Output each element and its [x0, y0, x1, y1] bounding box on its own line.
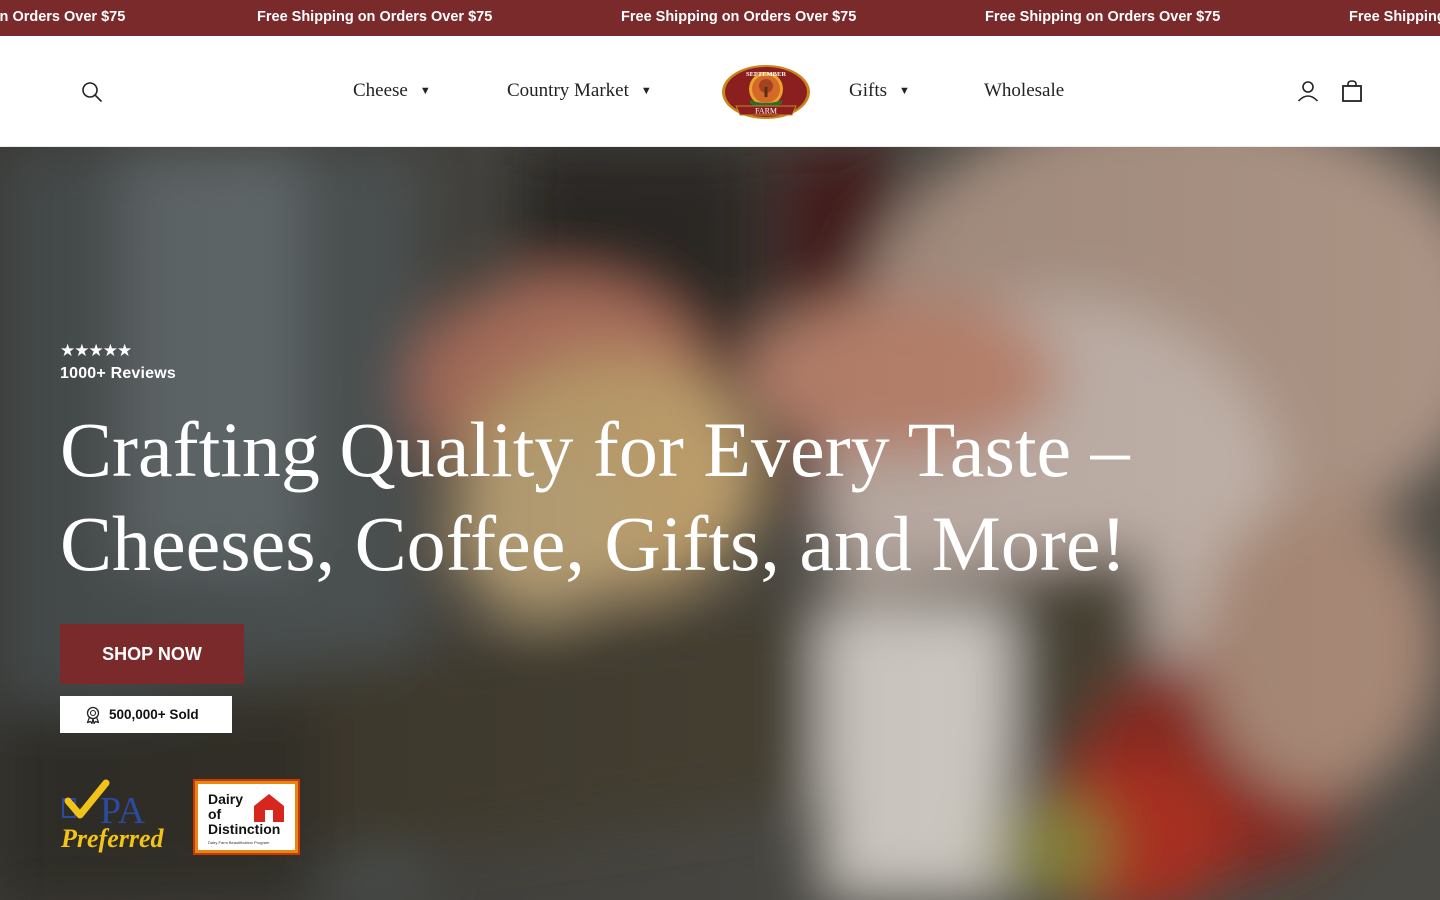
announcement-bar: Free Shipping on Orders Over $75 Free Sh…	[0, 0, 1440, 36]
barn-icon	[254, 794, 284, 822]
dairy-logo-subtext: Dairy Farm Beautification Program	[208, 840, 270, 845]
search-button[interactable]	[80, 80, 104, 104]
pa-logo-subtext: Preferred	[60, 824, 164, 853]
rating-summary: ★★★★★ 1000+ Reviews	[60, 342, 176, 383]
nav-gifts[interactable]: Gifts ▼	[849, 78, 910, 104]
site-header: Cheese ▼ Country Market ▼ SEPTEMBER FARM…	[0, 36, 1440, 147]
site-logo[interactable]: SEPTEMBER FARM	[720, 62, 812, 120]
nav-wholesale-label: Wholesale	[984, 80, 1065, 101]
caret-down-icon: ▼	[419, 85, 431, 97]
september-farm-logo-icon: SEPTEMBER FARM	[722, 65, 810, 119]
logo-top-text: SEPTEMBER	[746, 71, 786, 78]
pa-preferred-logo: PA Preferred	[60, 779, 165, 853]
dairy-logo-line3: Distinction	[208, 821, 281, 837]
caret-down-icon: ▼	[899, 85, 910, 97]
announcement-text: Free Shipping on Orders Over $75	[257, 9, 493, 25]
announcement-text: Free Shipping on Orders Over $75	[1349, 9, 1440, 25]
search-icon	[82, 82, 102, 102]
account-button[interactable]	[1296, 79, 1320, 103]
nav-cheese[interactable]: Cheese ▼	[353, 78, 431, 104]
nav-country-market-label: Country Market	[507, 80, 629, 101]
award-ribbon-icon	[86, 706, 100, 724]
nav-gifts-label: Gifts	[849, 80, 887, 101]
logo-bottom-text: FARM	[755, 107, 777, 116]
hero-banner: ★★★★★ 1000+ Reviews Crafting Quality for…	[0, 147, 1440, 900]
shopping-bag-icon	[1342, 80, 1362, 102]
dairy-of-distinction-logo: Dairy of Distinction Dairy Farm Beautifi…	[193, 779, 300, 855]
nav-wholesale[interactable]: Wholesale	[984, 78, 1064, 104]
sold-count-label: 500,000+ Sold	[109, 707, 199, 722]
announcement-text: Free Shipping on Orders Over $75	[985, 9, 1221, 25]
reviews-count: 1000+ Reviews	[60, 365, 177, 382]
hero-headline: Crafting Quality for Every Taste – Chees…	[60, 406, 1130, 587]
star-rating-icon: ★★★★★	[60, 341, 132, 360]
nav-cheese-label: Cheese	[353, 80, 408, 101]
cart-button[interactable]	[1340, 79, 1364, 103]
sold-count-badge: 500,000+ Sold	[60, 696, 232, 733]
announcement-text: Free Shipping on Orders Over $75	[621, 9, 857, 25]
announcement-text: Free Shipping on Orders Over $75	[0, 9, 126, 25]
user-icon	[1297, 81, 1319, 102]
caret-down-icon: ▼	[640, 85, 652, 97]
nav-country-market[interactable]: Country Market ▼	[507, 78, 652, 104]
shop-now-button[interactable]: SHOP NOW	[60, 624, 244, 684]
